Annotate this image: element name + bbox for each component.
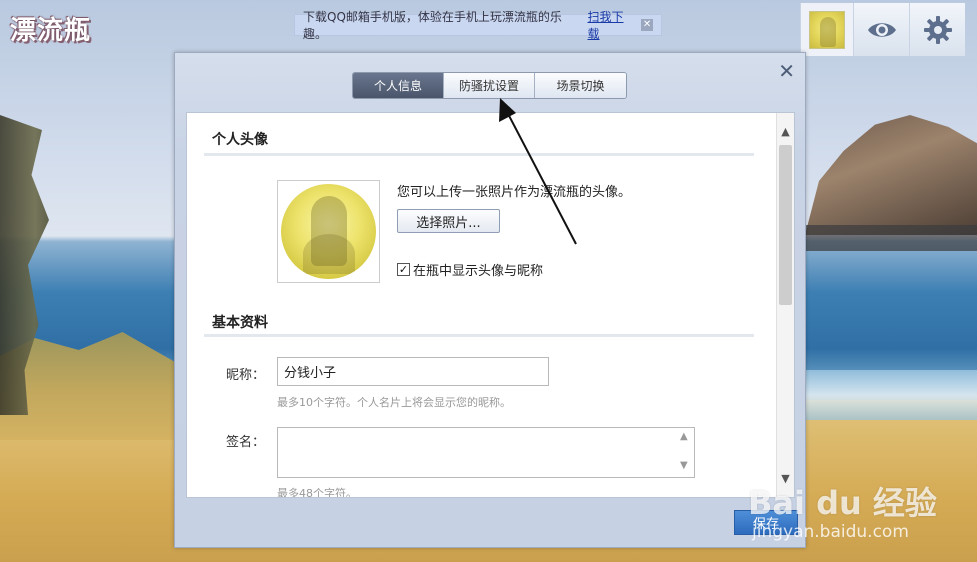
watermark-bottom: jingyan.baidu.com	[752, 522, 909, 542]
choose-photo-button[interactable]: 选择照片...	[397, 209, 500, 233]
settings-button[interactable]	[909, 3, 965, 56]
download-banner: 下载QQ邮箱手机版，体验在手机上玩漂流瓶的乐趣。 扫我下载 ✕	[294, 10, 662, 41]
signature-scrollbar[interactable]: ▲ ▼	[678, 428, 694, 477]
nickname-label: 昵称：	[225, 368, 265, 383]
settings-tabs: 个人信息 防骚扰设置 场景切换	[352, 72, 627, 99]
show-avatar-label: 在瓶中显示头像与昵称	[413, 264, 544, 279]
banner-close-icon[interactable]: ✕	[641, 19, 653, 31]
view-button[interactable]	[853, 3, 909, 56]
watermark-top: Bai du 经验	[748, 484, 937, 522]
profile-avatar-button[interactable]	[800, 3, 853, 56]
eye-icon	[867, 22, 896, 37]
sea-shine	[780, 370, 977, 420]
gear-icon	[923, 15, 952, 44]
baidu-watermark: Bai du 经验 jingyan.baidu.com	[748, 478, 937, 542]
tab-scene-switch[interactable]: 场景切换	[535, 73, 626, 98]
scroll-up-icon[interactable]: ▲	[680, 431, 688, 442]
avatar-section-title: 个人头像	[212, 132, 268, 148]
scroll-down-icon[interactable]: ▼	[680, 460, 688, 471]
cliff	[805, 115, 977, 235]
download-link[interactable]: 扫我下载	[588, 8, 636, 42]
basic-section-title: 基本资料	[212, 315, 268, 331]
signature-hint: 最多48个字符。	[277, 487, 357, 498]
panel-scrollbar[interactable]: ▲ ▼	[776, 113, 794, 497]
close-icon[interactable]: ✕	[778, 61, 795, 81]
avatar	[809, 10, 845, 49]
avatar	[281, 184, 376, 279]
show-avatar-checkbox[interactable]: ✓	[397, 263, 410, 276]
nickname-input[interactable]	[277, 357, 549, 386]
avatar-preview	[277, 180, 380, 283]
settings-dialog: ✕ 个人信息 防骚扰设置 场景切换 个人头像 您可以上传一张照片作为漂流瓶的头像…	[174, 52, 806, 548]
section-divider	[204, 334, 754, 337]
tab-personal-info[interactable]: 个人信息	[353, 73, 444, 98]
banner-text: 下载QQ邮箱手机版，体验在手机上玩漂流瓶的乐趣。	[303, 10, 562, 41]
app-logo: 漂流瓶	[10, 16, 92, 46]
section-divider	[204, 153, 754, 156]
signature-textarea[interactable]: ▲ ▼	[277, 427, 695, 478]
upload-hint: 您可以上传一张照片作为漂流瓶的头像。	[397, 185, 632, 200]
top-toolbar	[800, 3, 977, 56]
cliff-base	[800, 225, 977, 251]
show-avatar-toggle[interactable]: ✓ 在瓶中显示头像与昵称	[397, 260, 543, 279]
nickname-hint: 最多10个字符。个人名片上将会显示您的昵称。	[277, 396, 511, 409]
scroll-up-icon[interactable]: ▲	[777, 123, 794, 140]
signature-label: 签名：	[225, 435, 265, 450]
settings-panel: 个人头像 您可以上传一张照片作为漂流瓶的头像。 选择照片... ✓ 在瓶中显示头…	[186, 112, 795, 498]
scrollbar-thumb[interactable]	[779, 145, 792, 305]
tab-anti-harassment[interactable]: 防骚扰设置	[444, 73, 535, 98]
